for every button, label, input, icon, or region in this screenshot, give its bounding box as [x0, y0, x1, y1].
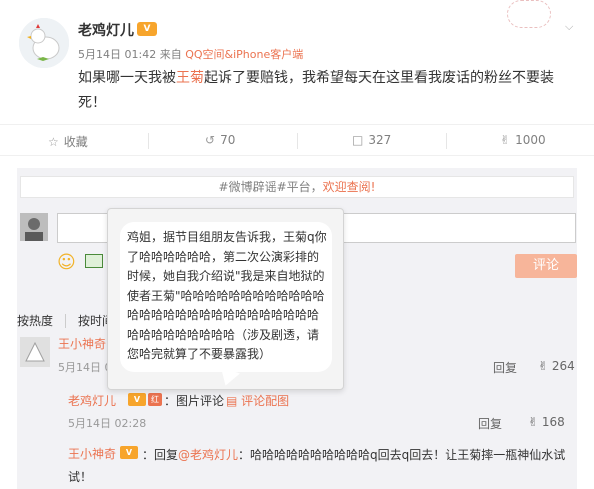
- author-avatar[interactable]: [19, 18, 69, 68]
- repost-icon: ↺: [205, 133, 216, 147]
- sort-tabs: 按热度 按时间: [17, 312, 115, 329]
- favorite-button[interactable]: ☆ 收藏: [48, 133, 88, 150]
- via-prefix: 来自: [159, 48, 182, 61]
- thumbs-up-icon: ✌: [528, 415, 539, 429]
- chevron-down-icon[interactable]: ⌵: [565, 20, 573, 34]
- comment-image-link[interactable]: ▤ 评论配图: [226, 392, 289, 409]
- reply-text: ：回复@老鸡灯儿：哈哈哈哈哈哈哈哈哈哈q回去q回去！让王菊摔一瓶神仙水试: [142, 448, 566, 462]
- submit-comment-button[interactable]: 评论: [515, 254, 577, 278]
- reply-like-button[interactable]: ✌ 168: [528, 415, 565, 429]
- comment-avatar[interactable]: [20, 337, 50, 367]
- author-name[interactable]: 老鸡灯儿: [78, 20, 134, 40]
- emoji-icon[interactable]: ☺: [57, 252, 76, 273]
- highlighted-name: 王菊: [176, 70, 204, 86]
- reply-author-name[interactable]: 老鸡灯儿: [68, 392, 116, 409]
- vip-badge: V: [120, 446, 138, 459]
- reply-time: 5月14日 02:28: [68, 417, 147, 430]
- post-meta: 5月14日 01:42 来自 QQ空间&iPhone客户端: [78, 46, 303, 62]
- red-badge: 红: [148, 393, 162, 406]
- mention-link[interactable]: @老鸡灯儿: [178, 448, 238, 462]
- thumbs-up-icon: ✌: [538, 359, 549, 373]
- reply-button[interactable]: 回复: [478, 415, 502, 432]
- like-button[interactable]: ✌ 1000: [500, 133, 546, 147]
- reply-author-name[interactable]: 王小神奇: [68, 445, 116, 462]
- post-source[interactable]: QQ空间&iPhone客户端: [185, 48, 303, 61]
- thumbs-up-icon: ✌: [500, 133, 511, 147]
- commenter-name[interactable]: 王小神奇: [58, 335, 106, 352]
- post-text: 如果哪一天我被王菊起诉了要赔钱，我希望每天在这里看我废话的粉丝不要装死！: [78, 70, 554, 111]
- post-time[interactable]: 5月14日 01:42: [78, 48, 156, 61]
- comment-button[interactable]: □ 327: [352, 133, 391, 147]
- tab-by-hot[interactable]: 按热度: [17, 314, 53, 328]
- image-icon[interactable]: [85, 254, 103, 268]
- vip-badge: V: [128, 393, 146, 406]
- rumor-banner: #微博辟谣#平台，欢迎查阅!: [20, 176, 574, 198]
- repost-button[interactable]: ↺ 70: [205, 133, 235, 147]
- image-icon: ▤: [226, 394, 238, 408]
- action-bar: ☆ 收藏 ↺ 70 □ 327 ✌ 1000: [0, 124, 594, 156]
- reply-button[interactable]: 回复: [493, 359, 517, 376]
- chat-bubble-text: 鸡姐，据节目组朋友告诉我，王菊q你了哈哈哈哈哈哈，第二次公演彩排的时候，她自我介…: [127, 230, 327, 361]
- rumor-link[interactable]: 欢迎查阅!: [323, 180, 376, 194]
- star-icon: ☆: [48, 135, 59, 149]
- my-avatar[interactable]: [20, 213, 48, 241]
- comment-like-button[interactable]: ✌ 264: [538, 359, 575, 373]
- reply-text-continued: 试！: [68, 470, 93, 484]
- comment-icon: □: [352, 133, 364, 147]
- vip-badge: V: [137, 22, 157, 36]
- reply-text: ：图片评论: [164, 394, 225, 408]
- watermark-stamp: [507, 0, 551, 28]
- comment-time: 5月14日 0: [58, 361, 112, 374]
